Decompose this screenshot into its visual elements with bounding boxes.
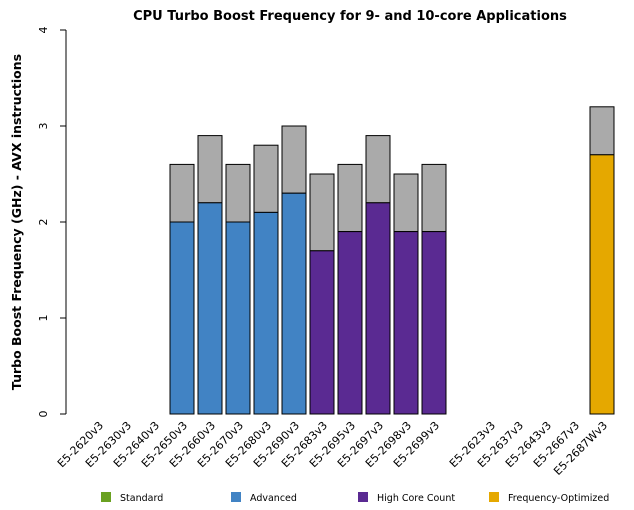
turbo-bar-segment [253,144,279,213]
base-bar-segment [225,221,251,415]
turbo-bar-segment [393,173,419,233]
base-bar-segment [309,250,335,415]
base-bar-segment [365,202,391,415]
base-bar-segment [393,231,419,415]
base-bar-segment [197,202,223,415]
turbo-bar-segment [421,163,447,233]
legend-label: High Core Count [377,493,455,504]
legend-swatch [231,492,241,502]
legend-label: Advanced [250,493,297,504]
turbo-bar-segment [197,135,223,204]
turbo-bar-segment [169,163,195,223]
y-tick-label: 1 [37,315,50,322]
turbo-bar-segment [337,163,363,233]
turbo-bar-segment [589,106,615,156]
legend-label: Standard [120,493,163,504]
y-tick-label: 2 [37,219,50,226]
base-bar-segment [337,231,363,415]
turbo-bar-segment [225,163,251,223]
legend-swatch [489,492,499,502]
turbo-frequency-chart: CPU Turbo Boost Frequency for 9- and 10-… [9,9,615,504]
base-bar-segment [281,192,307,415]
base-bar-segment [589,154,615,415]
y-tick-label: 4 [37,27,50,34]
chart-title: CPU Turbo Boost Frequency for 9- and 10-… [133,9,567,24]
base-bar-segment [169,221,195,415]
legend-swatch [101,492,111,502]
y-tick-label: 0 [37,411,50,418]
turbo-bar-segment [309,173,335,252]
legend-swatch [358,492,368,502]
legend-label: Frequency-Optimized [508,493,609,504]
base-bar-segment [253,211,279,415]
turbo-bar-segment [365,135,391,204]
turbo-bar-segment [281,125,307,194]
base-bar-segment [421,231,447,415]
y-tick-label: 3 [37,123,50,130]
y-axis-label: Turbo Boost Frequency (GHz) - AVX instru… [9,54,24,390]
